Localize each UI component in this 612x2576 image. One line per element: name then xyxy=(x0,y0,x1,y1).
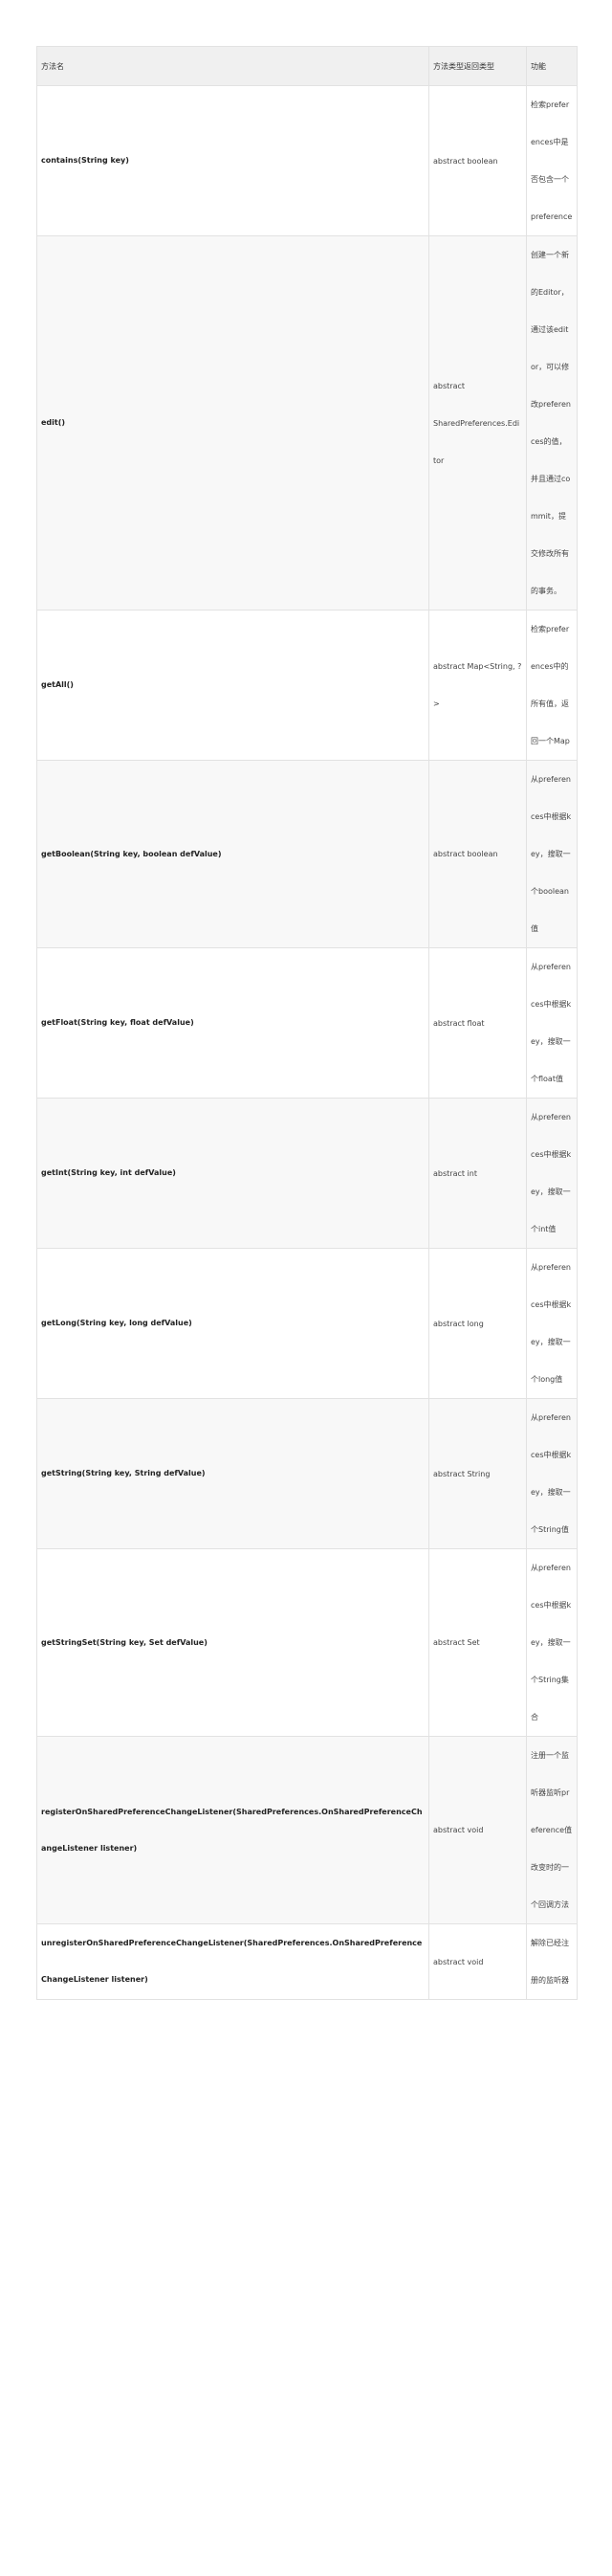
table-row: getBoolean(String key, boolean defValue)… xyxy=(36,760,578,948)
header-row: 方法名 方法类型返回类型 功能 xyxy=(36,46,578,86)
table-row: unregisterOnSharedPreferenceChangeListen… xyxy=(36,1923,578,2000)
method-cell: getInt(String key, int defValue) xyxy=(36,1098,429,1249)
method-cell: registerOnSharedPreferenceChangeListener… xyxy=(36,1736,429,1924)
description-cell: 从preferences中根据key，搜取一个String值 xyxy=(526,1398,578,1549)
method-cell: getLong(String key, long defValue) xyxy=(36,1248,429,1399)
table-row: getString(String key, String defValue) a… xyxy=(36,1398,578,1549)
description-cell: 从preferences中根据key，搜取一个float值 xyxy=(526,947,578,1099)
table-row: getLong(String key, long defValue) abstr… xyxy=(36,1248,578,1399)
return-type-cell: abstract long xyxy=(428,1248,527,1399)
method-cell: contains(String key) xyxy=(36,85,429,236)
return-type-cell: abstract Set xyxy=(428,1548,527,1737)
description-cell: 从preferences中根据key，搜取一个int值 xyxy=(526,1098,578,1249)
table-header: 方法名 方法类型返回类型 功能 xyxy=(36,46,578,86)
return-type-cell: abstract void xyxy=(428,1923,527,2000)
table-row: getStringSet(String key, Set defValue) a… xyxy=(36,1548,578,1737)
return-type-cell: abstract int xyxy=(428,1098,527,1249)
description-cell: 检索preferences中是否包含一个preference xyxy=(526,85,578,236)
table-body: contains(String key) abstract boolean 检索… xyxy=(36,85,578,2000)
return-type-cell: abstract float xyxy=(428,947,527,1099)
return-type-cell: abstract Map<String, ?> xyxy=(428,610,527,761)
description-cell: 从preferences中根据key，搜取一个String集合 xyxy=(526,1548,578,1737)
table-row: getInt(String key, int defValue) abstrac… xyxy=(36,1098,578,1249)
table-row: contains(String key) abstract boolean 检索… xyxy=(36,85,578,236)
method-cell: getStringSet(String key, Set defValue) xyxy=(36,1548,429,1737)
return-type-cell: abstract SharedPreferences.Editor xyxy=(428,235,527,611)
method-cell: getString(String key, String defValue) xyxy=(36,1398,429,1549)
method-cell: edit() xyxy=(36,235,429,611)
return-type-cell: abstract boolean xyxy=(428,85,527,236)
header-function: 功能 xyxy=(526,46,578,86)
header-return-type: 方法类型返回类型 xyxy=(428,46,527,86)
method-cell: getFloat(String key, float defValue) xyxy=(36,947,429,1099)
description-cell: 从preferences中根据key，搜取一个long值 xyxy=(526,1248,578,1399)
description-cell: 创建一个新的Editor，通过该editor，可以修改preferences的值… xyxy=(526,235,578,611)
return-type-cell: abstract String xyxy=(428,1398,527,1549)
description-cell: 检索preferences中的所有值，返回一个Map xyxy=(526,610,578,761)
table-row: registerOnSharedPreferenceChangeListener… xyxy=(36,1736,578,1924)
method-cell: unregisterOnSharedPreferenceChangeListen… xyxy=(36,1923,429,2000)
table-row: edit() abstract SharedPreferences.Editor… xyxy=(36,235,578,611)
description-cell: 从preferences中根据key，搜取一个boolean值 xyxy=(526,760,578,948)
return-type-cell: abstract void xyxy=(428,1736,527,1924)
description-cell: 解除已经注册的监听器 xyxy=(526,1923,578,2000)
method-cell: getBoolean(String key, boolean defValue) xyxy=(36,760,429,948)
table-row: getAll() abstract Map<String, ?> 检索prefe… xyxy=(36,610,578,761)
sharedpreferences-methods-table: 方法名 方法类型返回类型 功能 contains(String key) abs… xyxy=(36,46,578,2000)
return-type-cell: abstract boolean xyxy=(428,760,527,948)
method-cell: getAll() xyxy=(36,610,429,761)
header-method-name: 方法名 xyxy=(36,46,429,86)
description-cell: 注册一个监听器监听preference值改变时的一个回调方法 xyxy=(526,1736,578,1924)
table-row: getFloat(String key, float defValue) abs… xyxy=(36,947,578,1099)
api-table-container: 方法名 方法类型返回类型 功能 contains(String key) abs… xyxy=(36,46,578,2000)
